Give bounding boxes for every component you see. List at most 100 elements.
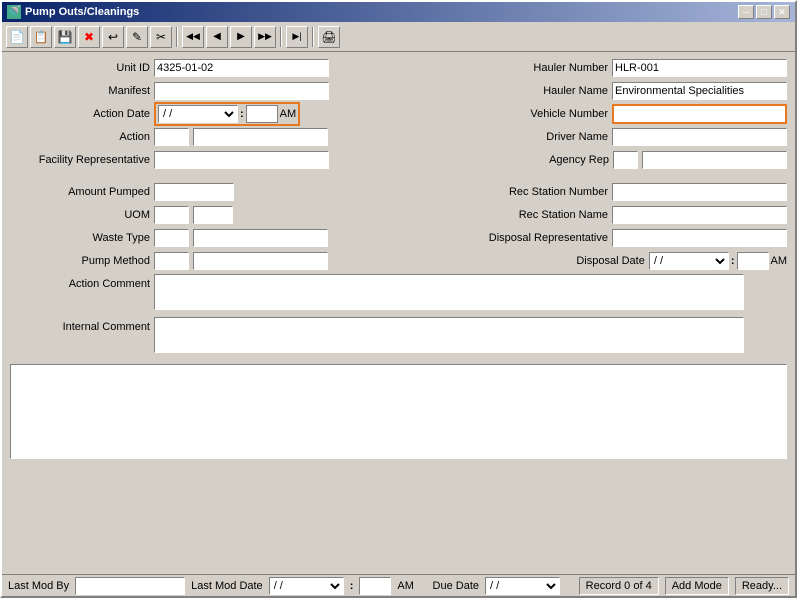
vehicle-number-input[interactable] bbox=[614, 106, 785, 122]
driver-name-label: Driver Name bbox=[478, 131, 608, 143]
hauler-number-label: Hauler Number bbox=[478, 62, 608, 74]
disposal-date-group: / / : AM bbox=[649, 252, 787, 270]
divider-1 bbox=[10, 173, 787, 179]
row-action-comment: Action Comment bbox=[10, 274, 787, 314]
waste-type-code-input[interactable] bbox=[154, 229, 189, 247]
rec-station-name-label: Rec Station Name bbox=[478, 209, 608, 221]
action-date-select[interactable]: / / bbox=[158, 105, 238, 123]
manifest-input[interactable] bbox=[154, 82, 329, 100]
nav-next-button[interactable]: ▶ bbox=[230, 26, 252, 48]
row-amount-rec-number: Amount Pumped Rec Station Number bbox=[10, 182, 787, 202]
action-comment-label: Action Comment bbox=[10, 274, 150, 290]
vehicle-number-label: Vehicle Number bbox=[478, 108, 608, 120]
nav-jump-button[interactable]: ▶| bbox=[286, 26, 308, 48]
mode-panel: Add Mode bbox=[665, 577, 729, 595]
title-controls: ─ □ ✕ bbox=[738, 5, 790, 19]
separator-3 bbox=[312, 27, 314, 47]
edit-button[interactable]: ✎ bbox=[126, 26, 148, 48]
disposal-date-label: Disposal Date bbox=[515, 255, 645, 267]
internal-comment-textarea[interactable] bbox=[154, 317, 744, 353]
nav-first-button[interactable]: ◀◀ bbox=[182, 26, 204, 48]
row-facility-agency: Facility Representative Agency Rep bbox=[10, 150, 787, 170]
main-window: 🚿 Pump Outs/Cleanings ─ □ ✕ 📄 📋 💾 ✖ ↩ ✎ … bbox=[0, 0, 797, 598]
manifest-label: Manifest bbox=[10, 85, 150, 97]
internal-comment-label: Internal Comment bbox=[10, 317, 150, 333]
row-pump-disposal-date: Pump Method Disposal Date / / : AM bbox=[10, 251, 787, 271]
separator-1 bbox=[176, 27, 178, 47]
separator-2 bbox=[280, 27, 282, 47]
copy-button[interactable]: 📋 bbox=[30, 26, 52, 48]
print-button[interactable]: 🖨 bbox=[318, 26, 340, 48]
window-icon: 🚿 bbox=[7, 5, 21, 19]
last-mod-ampm-label: AM bbox=[397, 580, 414, 592]
action-comment-textarea[interactable] bbox=[154, 274, 744, 310]
minimize-button[interactable]: ─ bbox=[738, 5, 754, 19]
facility-rep-input[interactable] bbox=[154, 151, 329, 169]
window-title: Pump Outs/Cleanings bbox=[25, 6, 139, 18]
due-date-select[interactable]: / / bbox=[485, 577, 560, 595]
last-mod-date-label: Last Mod Date bbox=[191, 580, 263, 592]
action-time-input[interactable] bbox=[246, 105, 278, 123]
pump-method-label: Pump Method bbox=[10, 255, 150, 267]
row-waste-disposal-rep: Waste Type Disposal Representative bbox=[10, 228, 787, 248]
last-mod-date-select[interactable]: / / bbox=[269, 577, 344, 595]
undo-button[interactable]: ↩ bbox=[102, 26, 124, 48]
action-date-group: / / : AM bbox=[154, 102, 300, 126]
last-mod-time-input[interactable] bbox=[359, 577, 391, 595]
hauler-number-input[interactable] bbox=[612, 59, 787, 77]
action-code-input[interactable] bbox=[154, 128, 189, 146]
disposal-date-select[interactable]: / / bbox=[649, 252, 729, 270]
hauler-name-input[interactable] bbox=[612, 82, 787, 100]
action-desc-input[interactable] bbox=[193, 128, 328, 146]
rec-station-name-input[interactable] bbox=[612, 206, 787, 224]
toolbar: 📄 📋 💾 ✖ ↩ ✎ ✂ ◀◀ ◀ ▶ ▶▶ ▶| 🖨 bbox=[2, 22, 795, 52]
row-action-driver: Action Driver Name bbox=[10, 127, 787, 147]
action-label: Action bbox=[10, 131, 150, 143]
title-bar-left: 🚿 Pump Outs/Cleanings bbox=[7, 5, 139, 19]
big-textarea[interactable] bbox=[10, 364, 787, 459]
big-textarea-section bbox=[10, 364, 787, 568]
disposal-rep-input[interactable] bbox=[612, 229, 787, 247]
disposal-time-colon: : bbox=[731, 255, 735, 267]
title-bar: 🚿 Pump Outs/Cleanings ─ □ ✕ bbox=[2, 2, 795, 22]
hauler-name-label: Hauler Name bbox=[478, 85, 608, 97]
close-button[interactable]: ✕ bbox=[774, 5, 790, 19]
maximize-button[interactable]: □ bbox=[756, 5, 772, 19]
cut-button[interactable]: ✂ bbox=[150, 26, 172, 48]
waste-type-desc-input[interactable] bbox=[193, 229, 328, 247]
action-ampm-label: AM bbox=[280, 108, 297, 120]
pump-method-code-input[interactable] bbox=[154, 252, 189, 270]
unit-id-input[interactable] bbox=[154, 59, 329, 77]
pump-method-desc-input[interactable] bbox=[193, 252, 328, 270]
driver-name-input[interactable] bbox=[612, 128, 787, 146]
unit-id-label: Unit ID bbox=[10, 62, 150, 74]
last-mod-by-input[interactable] bbox=[75, 577, 185, 595]
amount-pumped-label: Amount Pumped bbox=[10, 186, 150, 198]
new-button[interactable]: 📄 bbox=[6, 26, 28, 48]
rec-station-number-input[interactable] bbox=[612, 183, 787, 201]
nav-prev-button[interactable]: ◀ bbox=[206, 26, 228, 48]
due-date-label: Due Date bbox=[433, 580, 479, 592]
disposal-time-input[interactable] bbox=[737, 252, 769, 270]
row-manifest-hauler-name: Manifest Hauler Name bbox=[10, 81, 787, 101]
delete-button[interactable]: ✖ bbox=[78, 26, 100, 48]
record-info-panel: Record 0 of 4 bbox=[579, 577, 659, 595]
row-uom-rec-name: UOM Rec Station Name bbox=[10, 205, 787, 225]
status-panel: Ready... bbox=[735, 577, 789, 595]
row-unit-hauler: Unit ID Hauler Number bbox=[10, 58, 787, 78]
uom-label: UOM bbox=[10, 209, 150, 221]
uom-desc-input[interactable] bbox=[193, 206, 233, 224]
form-content: Unit ID Hauler Number Manifest Hauler Na… bbox=[2, 52, 795, 574]
rec-station-number-label: Rec Station Number bbox=[478, 186, 608, 198]
last-mod-by-label: Last Mod By bbox=[8, 580, 69, 592]
disposal-rep-label: Disposal Representative bbox=[478, 232, 608, 244]
agency-rep-code-input[interactable] bbox=[613, 151, 638, 169]
row-action-date-vehicle: Action Date / / : AM Vehicle Number bbox=[10, 104, 787, 124]
save-button[interactable]: 💾 bbox=[54, 26, 76, 48]
uom-code-input[interactable] bbox=[154, 206, 189, 224]
nav-last-button[interactable]: ▶▶ bbox=[254, 26, 276, 48]
status-bar: Last Mod By Last Mod Date / / : AM Due D… bbox=[2, 574, 795, 596]
agency-rep-name-input[interactable] bbox=[642, 151, 787, 169]
action-date-label: Action Date bbox=[10, 108, 150, 120]
amount-pumped-input[interactable] bbox=[154, 183, 234, 201]
